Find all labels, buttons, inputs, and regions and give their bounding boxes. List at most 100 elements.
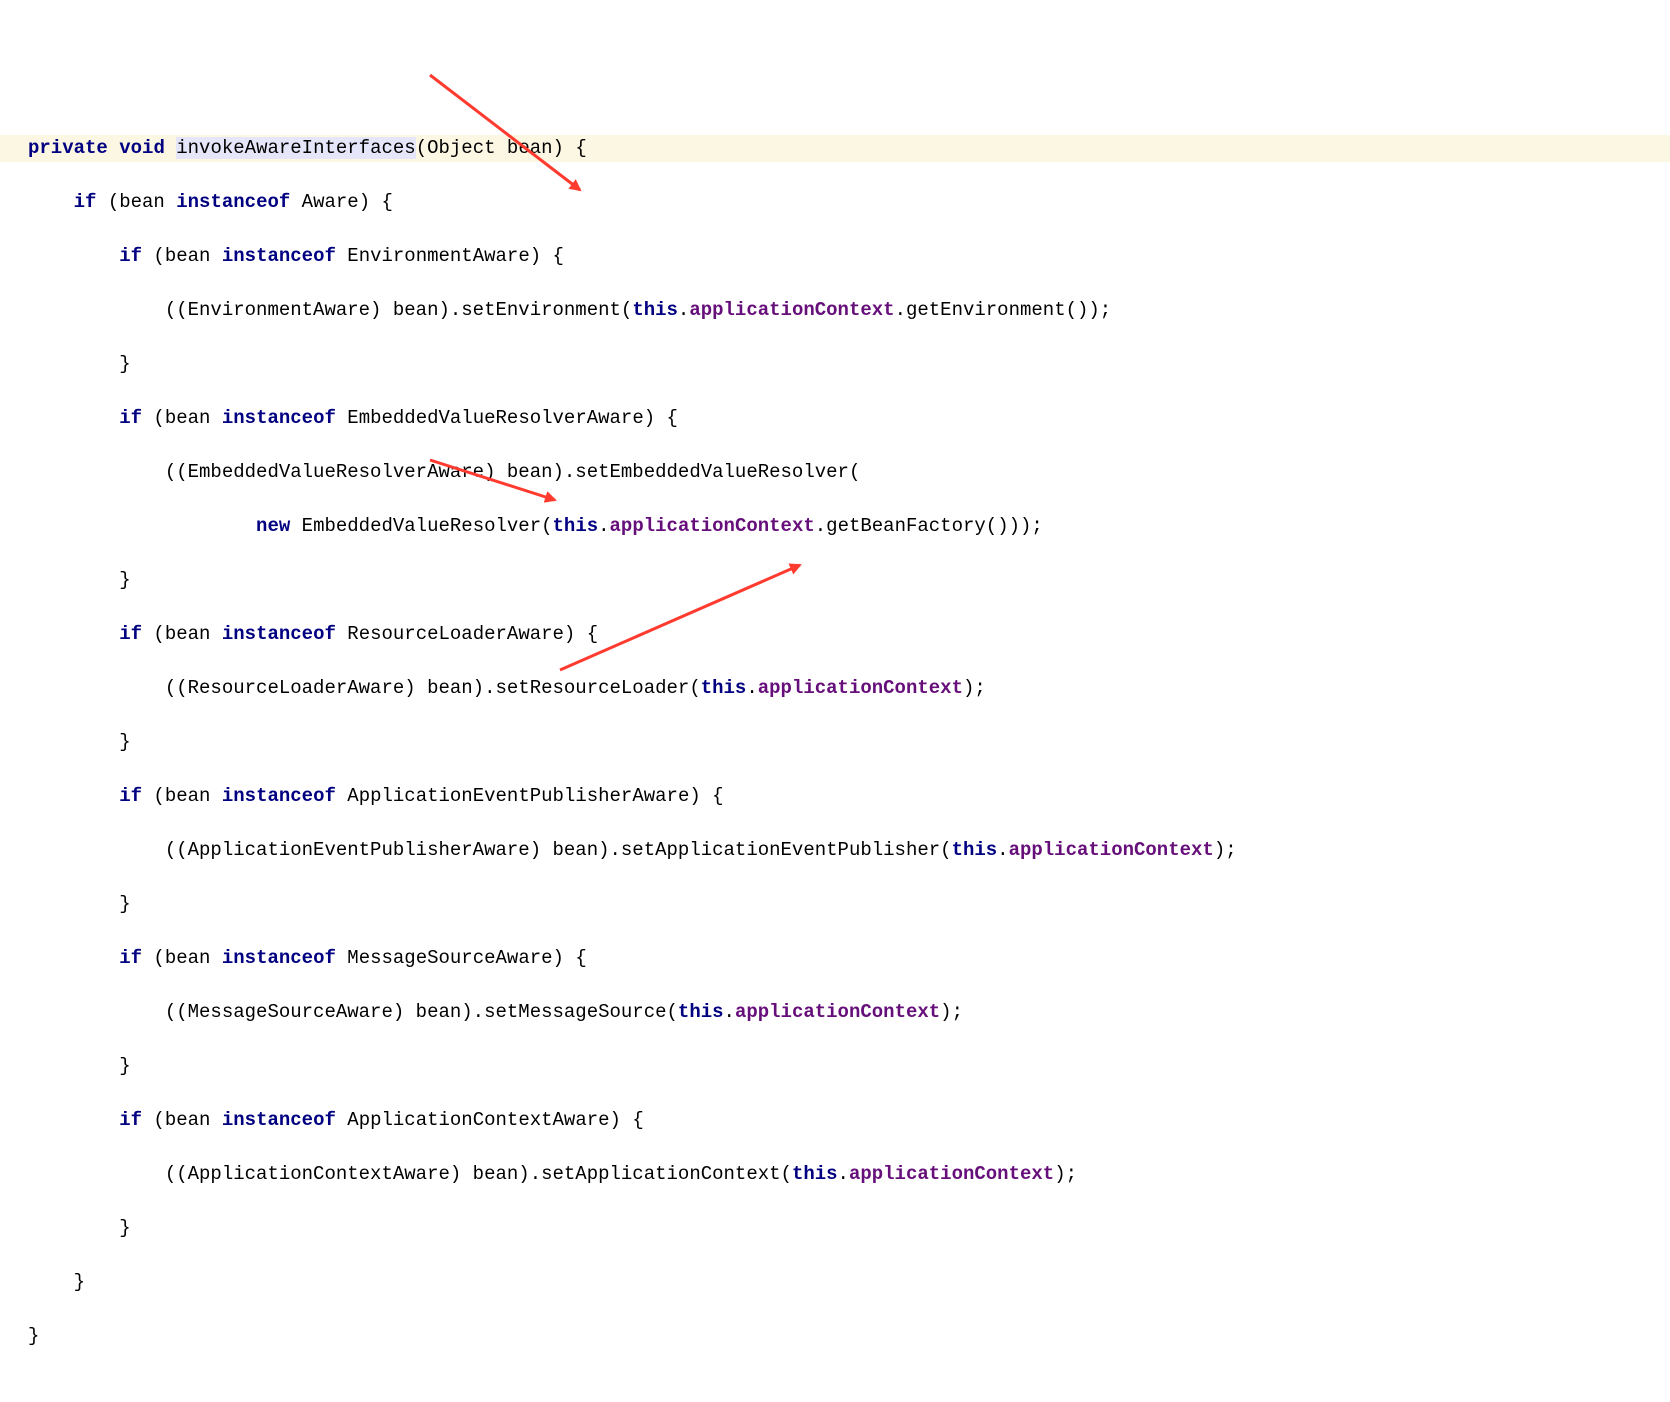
text: (bean — [142, 245, 222, 267]
code-line-22: } — [0, 1269, 1670, 1296]
text: ((EnvironmentAware) bean).setEnvironment… — [165, 299, 632, 321]
brace: } — [119, 1217, 130, 1239]
text: (bean — [142, 947, 222, 969]
keyword-this: this — [701, 677, 747, 699]
dot: . — [678, 299, 689, 321]
indent — [28, 1163, 165, 1185]
code-line-11: ((ResourceLoaderAware) bean).setResource… — [0, 675, 1670, 702]
keyword-void: void — [119, 137, 165, 159]
code-line-15: } — [0, 891, 1670, 918]
keyword-if: if — [119, 1109, 142, 1131]
indent — [28, 785, 119, 807]
keyword-new: new — [256, 515, 290, 537]
text: .getBeanFactory())); — [815, 515, 1043, 537]
code-line-14: ((ApplicationEventPublisherAware) bean).… — [0, 837, 1670, 864]
indent — [28, 1001, 165, 1023]
keyword-if: if — [119, 245, 142, 267]
dot: . — [598, 515, 609, 537]
keyword-if: if — [119, 407, 142, 429]
brace: } — [119, 893, 130, 915]
field-applicationContext: applicationContext — [758, 677, 963, 699]
text: (bean — [142, 1109, 222, 1131]
indent — [28, 1109, 119, 1131]
keyword-if: if — [74, 191, 97, 213]
keyword-this: this — [792, 1163, 838, 1185]
code-line-7: ((EmbeddedValueResolverAware) bean).setE… — [0, 459, 1670, 486]
indent — [28, 947, 119, 969]
keyword-this: this — [678, 1001, 724, 1023]
indent — [28, 407, 119, 429]
indent — [28, 731, 119, 753]
method-name: invokeAwareInterfaces — [176, 137, 415, 159]
indent — [28, 515, 256, 537]
code-line-20: ((ApplicationContextAware) bean).setAppl… — [0, 1161, 1670, 1188]
text: .getEnvironment()); — [895, 299, 1112, 321]
text: (bean — [142, 785, 222, 807]
field-applicationContext: applicationContext — [689, 299, 894, 321]
code-line-10: if (bean instanceof ResourceLoaderAware)… — [0, 621, 1670, 648]
text: EmbeddedValueResolverAware) { — [336, 407, 678, 429]
text: ); — [963, 677, 986, 699]
indent — [28, 299, 165, 321]
field-applicationContext: applicationContext — [735, 1001, 940, 1023]
keyword-instanceof: instanceof — [176, 191, 290, 213]
dot: . — [838, 1163, 849, 1185]
indent — [28, 893, 119, 915]
indent — [28, 191, 74, 213]
code-line-6: if (bean instanceof EmbeddedValueResolve… — [0, 405, 1670, 432]
code-line-21: } — [0, 1215, 1670, 1242]
keyword-instanceof: instanceof — [222, 785, 336, 807]
code-line-8: new EmbeddedValueResolver(this.applicati… — [0, 513, 1670, 540]
text: (bean — [96, 191, 176, 213]
text: (bean — [142, 407, 222, 429]
text: EnvironmentAware) { — [336, 245, 564, 267]
brace: } — [28, 1325, 39, 1347]
keyword-this: this — [632, 299, 678, 321]
indent — [28, 677, 165, 699]
indent — [28, 1055, 119, 1077]
code-line-5: } — [0, 351, 1670, 378]
indent — [28, 353, 119, 375]
text: ); — [940, 1001, 963, 1023]
keyword-if: if — [119, 785, 142, 807]
code-line-23: } — [0, 1323, 1670, 1350]
field-applicationContext: applicationContext — [1009, 839, 1214, 861]
code-line-18: } — [0, 1053, 1670, 1080]
code-block: private void invokeAwareInterfaces(Objec… — [0, 108, 1670, 1377]
code-line-3: if (bean instanceof EnvironmentAware) { — [0, 243, 1670, 270]
brace: } — [119, 569, 130, 591]
indent — [28, 245, 119, 267]
brace: } — [74, 1271, 85, 1293]
text: ApplicationEventPublisherAware) { — [336, 785, 724, 807]
code-line-9: } — [0, 567, 1670, 594]
keyword-private: private — [28, 137, 108, 159]
text: ); — [1214, 839, 1237, 861]
text: EmbeddedValueResolver( — [290, 515, 552, 537]
text: ((MessageSourceAware) bean).setMessageSo… — [165, 1001, 678, 1023]
keyword-instanceof: instanceof — [222, 947, 336, 969]
keyword-this: this — [553, 515, 599, 537]
indent — [28, 461, 165, 483]
code-line-16: if (bean instanceof MessageSourceAware) … — [0, 945, 1670, 972]
text: ); — [1054, 1163, 1077, 1185]
dot: . — [746, 677, 757, 699]
keyword-this: this — [952, 839, 998, 861]
text: MessageSourceAware) { — [336, 947, 587, 969]
field-applicationContext: applicationContext — [610, 515, 815, 537]
brace: } — [119, 353, 130, 375]
keyword-instanceof: instanceof — [222, 623, 336, 645]
keyword-instanceof: instanceof — [222, 245, 336, 267]
dot: . — [997, 839, 1008, 861]
code-line-13: if (bean instanceof ApplicationEventPubl… — [0, 783, 1670, 810]
code-line-17: ((MessageSourceAware) bean).setMessageSo… — [0, 999, 1670, 1026]
indent — [28, 1217, 119, 1239]
field-applicationContext: applicationContext — [849, 1163, 1054, 1185]
brace: } — [119, 1055, 130, 1077]
indent — [28, 1271, 74, 1293]
code-line-19: if (bean instanceof ApplicationContextAw… — [0, 1107, 1670, 1134]
indent — [28, 839, 165, 861]
indent — [28, 623, 119, 645]
code-line-2: if (bean instanceof Aware) { — [0, 189, 1670, 216]
code-line-4: ((EnvironmentAware) bean).setEnvironment… — [0, 297, 1670, 324]
dot: . — [724, 1001, 735, 1023]
